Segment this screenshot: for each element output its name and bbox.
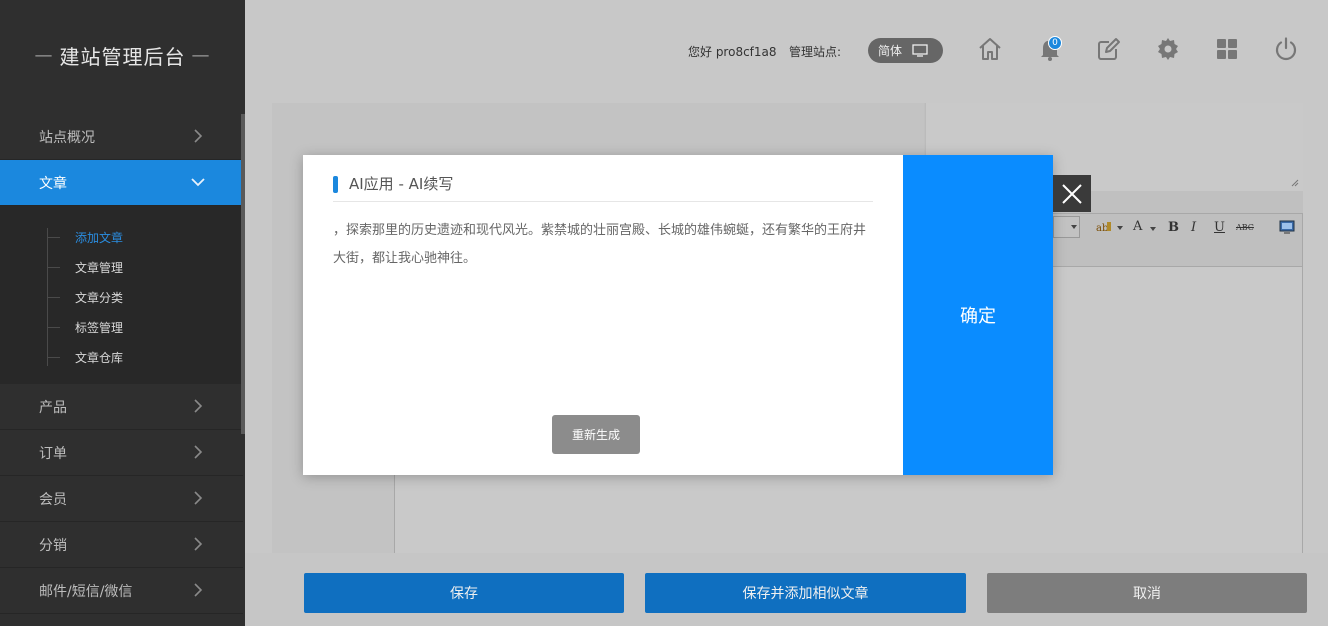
notification-badge: 0 — [1048, 36, 1062, 50]
save-and-add-similar-button[interactable]: 保存并添加相似文章 — [645, 573, 966, 613]
brand-dash-left: — — [34, 44, 54, 66]
text-highlight-icon[interactable]: ab — [1095, 220, 1123, 234]
language-label: 简体 — [878, 44, 903, 58]
confirm-button[interactable]: 确定 — [903, 155, 1053, 475]
submenu-tag-manage[interactable]: 标签管理 — [0, 312, 243, 342]
gear-icon[interactable] — [1155, 36, 1181, 62]
cancel-button[interactable]: 取消 — [987, 573, 1307, 613]
close-dialog-button[interactable] — [1053, 175, 1091, 212]
power-icon[interactable] — [1273, 36, 1299, 62]
preview-icon[interactable] — [1279, 220, 1295, 234]
close-icon — [1062, 183, 1082, 204]
resize-handle-icon[interactable] — [1291, 179, 1299, 187]
submenu-article-manage[interactable]: 文章管理 — [0, 252, 243, 282]
chevron-right-icon — [194, 445, 203, 459]
chevron-right-icon — [194, 399, 203, 413]
underline-button[interactable]: U — [1214, 220, 1225, 235]
strikethrough-button[interactable]: ABC — [1236, 223, 1254, 232]
home-icon[interactable] — [977, 36, 1003, 62]
sidebar-item-order[interactable]: 订单 — [0, 430, 243, 476]
italic-button[interactable]: I — [1191, 220, 1196, 235]
top-bar: 您好 pro8cf1a8 管理站点: 简体 0 — [245, 0, 1328, 100]
sidebar-menu: 站点概况 文章 添加文章 文章管理 文章分类 标签管理 文章仓库 产品 订单 会… — [0, 114, 243, 614]
sidebar: — 建站管理后台 — 站点概况 文章 添加文章 文章管理 文章分类 标签管理 文… — [0, 0, 245, 626]
sidebar-item-article[interactable]: 文章 — [0, 160, 243, 206]
sidebar-item-product[interactable]: 产品 — [0, 384, 243, 430]
brand-dash-right: — — [191, 44, 211, 66]
regenerate-button[interactable]: 重新生成 — [552, 415, 640, 454]
monitor-icon — [912, 44, 928, 57]
article-submenu: 添加文章 文章管理 文章分类 标签管理 文章仓库 — [0, 206, 243, 384]
dialog-header: AI应用 - AI续写 — [333, 175, 873, 202]
dropdown-arrow-icon — [1150, 227, 1156, 231]
save-button[interactable]: 保存 — [304, 573, 624, 613]
user-greeting: 您好 pro8cf1a8 — [688, 45, 777, 59]
svg-text:ab: ab — [1096, 223, 1108, 234]
sidebar-item-label: 文章 — [39, 175, 67, 192]
brand-title: 建站管理后台 — [59, 44, 186, 69]
sidebar-scrollbar[interactable] — [241, 114, 245, 434]
site-label: 管理站点: — [789, 45, 842, 59]
sidebar-item-label: 会员 — [39, 491, 67, 508]
brand: — 建站管理后台 — — [0, 0, 245, 110]
sidebar-item-label: 邮件/短信/微信 — [39, 583, 133, 600]
title-accent-bar — [333, 176, 338, 193]
sidebar-item-overview[interactable]: 站点概况 — [0, 114, 243, 160]
edit-icon[interactable] — [1096, 36, 1122, 62]
sidebar-item-label: 分销 — [39, 537, 67, 554]
dialog-title: AI应用 - AI续写 — [349, 175, 454, 193]
chevron-right-icon — [194, 491, 203, 505]
submenu-add-article[interactable]: 添加文章 — [0, 222, 243, 252]
sidebar-item-messaging[interactable]: 邮件/短信/微信 — [0, 568, 243, 614]
sidebar-item-label: 订单 — [39, 445, 67, 462]
font-size-select[interactable] — [1053, 216, 1080, 238]
sidebar-item-label: 站点概况 — [39, 129, 95, 146]
grid-icon[interactable] — [1214, 36, 1240, 62]
submenu-article-category[interactable]: 文章分类 — [0, 282, 243, 312]
dropdown-arrow-icon — [1071, 225, 1077, 229]
chevron-down-icon — [191, 178, 205, 187]
chevron-right-icon — [194, 583, 203, 597]
ai-generated-text: ，探索那里的历史遗迹和现代风光。紫禁城的壮丽宫殿、长城的雄伟蜿蜒，还有繁华的王府… — [333, 223, 867, 266]
language-switch[interactable]: 简体 — [868, 38, 943, 63]
bold-button[interactable]: B — [1168, 220, 1179, 235]
font-color-button[interactable]: A — [1133, 219, 1142, 234]
sidebar-item-member[interactable]: 会员 — [0, 476, 243, 522]
sidebar-item-label: 产品 — [39, 399, 67, 416]
sidebar-item-distribution[interactable]: 分销 — [0, 522, 243, 568]
chevron-right-icon — [194, 537, 203, 551]
ai-continue-dialog: AI应用 - AI续写 ，探索那里的历史遗迹和现代风光。紫禁城的壮丽宫殿、长城的… — [303, 155, 1053, 475]
chevron-right-icon — [194, 129, 203, 143]
submenu-article-repo[interactable]: 文章仓库 — [0, 342, 243, 372]
